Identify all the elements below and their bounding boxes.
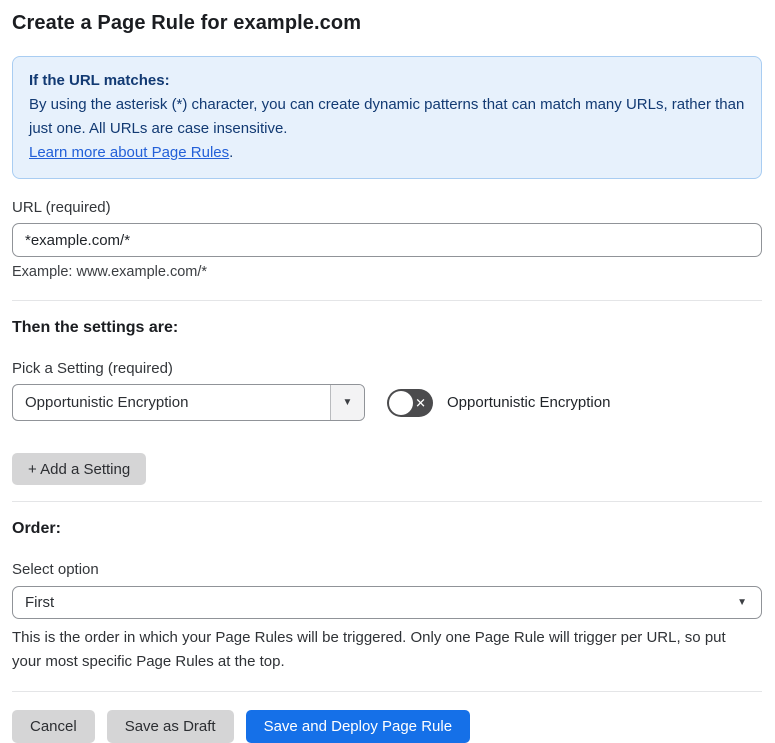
setting-toggle-group: ✕ Opportunistic Encryption bbox=[387, 388, 611, 417]
toggle-off-icon: ✕ bbox=[415, 395, 426, 410]
toggle-label: Opportunistic Encryption bbox=[447, 394, 611, 411]
opportunistic-encryption-toggle[interactable]: ✕ bbox=[387, 388, 433, 417]
order-select-value: First bbox=[25, 594, 55, 611]
save-as-draft-button[interactable]: Save as Draft bbox=[106, 710, 234, 743]
info-box-heading: If the URL matches: bbox=[29, 72, 170, 89]
setting-dropdown-arrow-button[interactable]: ▼ bbox=[330, 385, 364, 420]
footer-actions: Cancel Save as Draft Save and Deploy Pag… bbox=[12, 710, 762, 743]
create-page-rule-form: Create a Page Rule for example.com If th… bbox=[0, 0, 775, 743]
chevron-down-icon: ▼ bbox=[737, 596, 747, 608]
order-select[interactable]: First ▼ bbox=[12, 586, 762, 619]
order-helper-text: This is the order in which your Page Rul… bbox=[12, 629, 726, 670]
url-input[interactable] bbox=[12, 223, 762, 257]
url-example-helper: Example: www.example.com/* bbox=[12, 264, 208, 280]
toggle-knob bbox=[389, 390, 413, 415]
divider bbox=[12, 300, 762, 301]
info-box-link-line: Learn more about Page Rules. bbox=[29, 141, 745, 165]
pick-setting-label: Pick a Setting (required) bbox=[12, 360, 173, 377]
url-field-label: URL (required) bbox=[12, 199, 111, 216]
setting-dropdown-value: Opportunistic Encryption bbox=[25, 394, 189, 411]
setting-dropdown[interactable]: Opportunistic Encryption ▼ bbox=[12, 384, 365, 421]
url-match-info-box: If the URL matches: By using the asteris… bbox=[12, 56, 762, 179]
chevron-down-icon: ▼ bbox=[342, 396, 353, 408]
order-select-label: Select option bbox=[12, 561, 99, 578]
add-setting-button[interactable]: + Add a Setting bbox=[12, 453, 147, 485]
save-and-deploy-button[interactable]: Save and Deploy Page Rule bbox=[245, 710, 471, 743]
divider bbox=[12, 691, 762, 692]
learn-more-link[interactable]: Learn more about Page Rules bbox=[29, 144, 229, 161]
info-box-body: By using the asterisk (*) character, you… bbox=[29, 96, 745, 137]
page-title: Create a Page Rule for example.com bbox=[12, 12, 362, 34]
divider bbox=[12, 501, 762, 502]
setting-row: Opportunistic Encryption ▼ ✕ Opportunist… bbox=[12, 384, 762, 421]
cancel-button[interactable]: Cancel bbox=[12, 710, 95, 743]
link-suffix: . bbox=[229, 144, 234, 161]
settings-section-heading: Then the settings are: bbox=[12, 319, 179, 336]
order-section-heading: Order: bbox=[12, 520, 61, 537]
